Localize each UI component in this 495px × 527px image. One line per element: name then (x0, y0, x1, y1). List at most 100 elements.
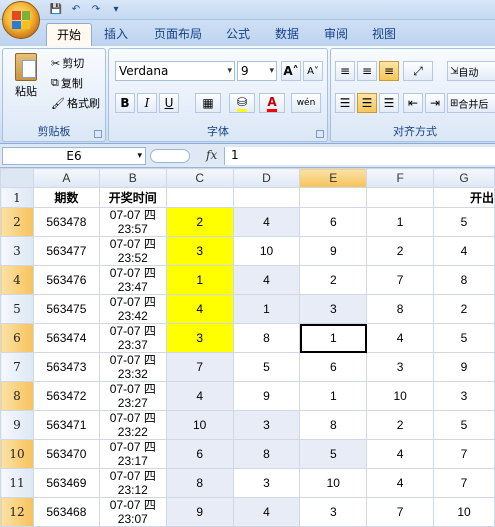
grow-font-button[interactable]: A ˄ (281, 61, 301, 81)
cell-e[interactable]: 2 (299, 265, 368, 295)
cell-d[interactable]: 3 (232, 468, 301, 498)
italic-button[interactable]: I (137, 93, 157, 113)
cell-g[interactable]: 5 (433, 410, 495, 440)
row-header[interactable]: 5 (0, 294, 34, 324)
font-color-button[interactable]: A (259, 93, 285, 113)
orientation-button[interactable]: ⤢ (403, 61, 433, 81)
row-header[interactable]: 10 (0, 439, 34, 469)
row-header[interactable]: 7 (0, 352, 34, 382)
cell-e[interactable]: 9 (299, 236, 368, 266)
cell[interactable] (232, 187, 301, 208)
wrap-text-button[interactable]: ⇲ 自动 (447, 61, 495, 81)
cell-e[interactable]: 8 (299, 410, 368, 440)
tab-home[interactable]: 开始 (46, 23, 93, 46)
merge-center-button[interactable]: ⊞ 合并后 (447, 93, 495, 113)
cell-e[interactable]: 3 (299, 497, 368, 527)
row-header[interactable]: 1 (0, 187, 34, 208)
row-header[interactable]: 3 (0, 236, 34, 266)
cell-f[interactable]: 4 (366, 468, 435, 498)
tab-review[interactable]: 审阅 (314, 23, 358, 46)
cell-e[interactable]: 5 (299, 439, 368, 469)
cell-header-period[interactable]: 期数 (32, 187, 100, 208)
name-box[interactable]: E6 ▾ (2, 147, 146, 165)
cell-g[interactable]: 3 (433, 381, 495, 411)
cell-header-draw-time[interactable]: 开奖时间 (98, 187, 167, 208)
tab-data[interactable]: 数据 (265, 23, 309, 46)
cell-period[interactable]: 563468 (32, 497, 100, 527)
formula-input[interactable]: 1 (224, 147, 495, 165)
cell-f[interactable]: 10 (366, 381, 435, 411)
cell-f[interactable]: 2 (366, 236, 435, 266)
cell-period[interactable]: 563472 (32, 381, 100, 411)
clipboard-launcher-icon[interactable] (94, 130, 102, 138)
column-header-f[interactable]: F (366, 168, 435, 188)
cell-g[interactable]: 7 (433, 468, 495, 498)
cell-f[interactable]: 1 (366, 207, 435, 237)
underline-button[interactable]: U (159, 93, 179, 113)
cell-c[interactable]: 1 (165, 265, 234, 295)
cell-c[interactable]: 2 (165, 207, 234, 237)
phonetic-button[interactable]: wén (291, 93, 321, 113)
align-center-button[interactable]: ☰ (357, 93, 377, 113)
cell-e[interactable]: 6 (299, 352, 368, 382)
cell-d[interactable]: 4 (232, 207, 301, 237)
align-bottom-button[interactable]: ≡ (379, 61, 399, 81)
align-left-button[interactable]: ☰ (335, 93, 355, 113)
cell-period[interactable]: 563470 (32, 439, 100, 469)
tab-view[interactable]: 视图 (362, 23, 406, 46)
cell-e[interactable]: 10 (299, 468, 368, 498)
cell-d[interactable]: 5 (232, 352, 301, 382)
redo-icon[interactable]: ↷ (88, 2, 104, 17)
row-header[interactable]: 8 (0, 381, 34, 411)
borders-button[interactable]: ▦ (195, 93, 221, 113)
copy-button[interactable]: ⧉ 复制 (51, 75, 83, 91)
active-cell-e6[interactable]: 1 (299, 323, 368, 353)
cell-f[interactable]: 2 (366, 410, 435, 440)
cell-draw-time[interactable]: 07-07 四 23:22 (98, 410, 167, 440)
cell-draw-time[interactable]: 07-07 四 23:27 (98, 381, 167, 411)
cell-d[interactable]: 9 (232, 381, 301, 411)
row-header[interactable]: 11 (0, 468, 34, 498)
decrease-indent-button[interactable]: ⇤ (403, 93, 423, 113)
cell-d[interactable]: 8 (232, 323, 301, 353)
shrink-font-button[interactable]: A ˅ (303, 61, 323, 81)
select-all-corner[interactable] (0, 168, 34, 188)
column-header-b[interactable]: B (98, 168, 167, 188)
cell-g[interactable]: 5 (433, 323, 495, 353)
align-middle-button[interactable]: ≡ (357, 61, 377, 81)
row-header[interactable]: 4 (0, 265, 34, 295)
cell-g[interactable]: 9 (433, 352, 495, 382)
cell-draw-time[interactable]: 07-07 四 23:32 (98, 352, 167, 382)
cell[interactable] (165, 187, 234, 208)
column-header-a[interactable]: A (32, 168, 100, 188)
cell-f[interactable]: 8 (366, 294, 435, 324)
cell-e[interactable]: 6 (299, 207, 368, 237)
cell-f[interactable]: 7 (366, 497, 435, 527)
cell-draw-time[interactable]: 07-07 四 23:47 (98, 265, 167, 295)
cell-f[interactable]: 7 (366, 265, 435, 295)
cell-period[interactable]: 563478 (32, 207, 100, 237)
cell-g[interactable]: 2 (433, 294, 495, 324)
cell-d[interactable]: 8 (232, 439, 301, 469)
cell-period[interactable]: 563471 (32, 410, 100, 440)
cell-draw-time[interactable]: 07-07 四 23:57 (98, 207, 167, 237)
cell-c[interactable]: 6 (165, 439, 234, 469)
row-header[interactable]: 2 (0, 207, 34, 237)
cell-period[interactable]: 563474 (32, 323, 100, 353)
cell-period[interactable]: 563475 (32, 294, 100, 324)
column-header-c[interactable]: C (165, 168, 234, 188)
cell-draw-time[interactable]: 07-07 四 23:17 (98, 439, 167, 469)
cell-draw-time[interactable]: 07-07 四 23:12 (98, 468, 167, 498)
cell-c[interactable]: 9 (165, 497, 234, 527)
font-name-combo[interactable]: Verdana ▾ (115, 61, 235, 81)
align-top-button[interactable]: ≡ (335, 61, 355, 81)
cell-e[interactable]: 1 (299, 381, 368, 411)
cell-d[interactable]: 4 (232, 497, 301, 527)
cell-c[interactable]: 8 (165, 468, 234, 498)
cell-e[interactable]: 3 (299, 294, 368, 324)
increase-indent-button[interactable]: ⇥ (425, 93, 445, 113)
cell-draw-time[interactable]: 07-07 四 23:37 (98, 323, 167, 353)
column-header-e[interactable]: E (299, 168, 368, 188)
cell-g[interactable]: 4 (433, 236, 495, 266)
row-header[interactable]: 6 (0, 323, 34, 353)
